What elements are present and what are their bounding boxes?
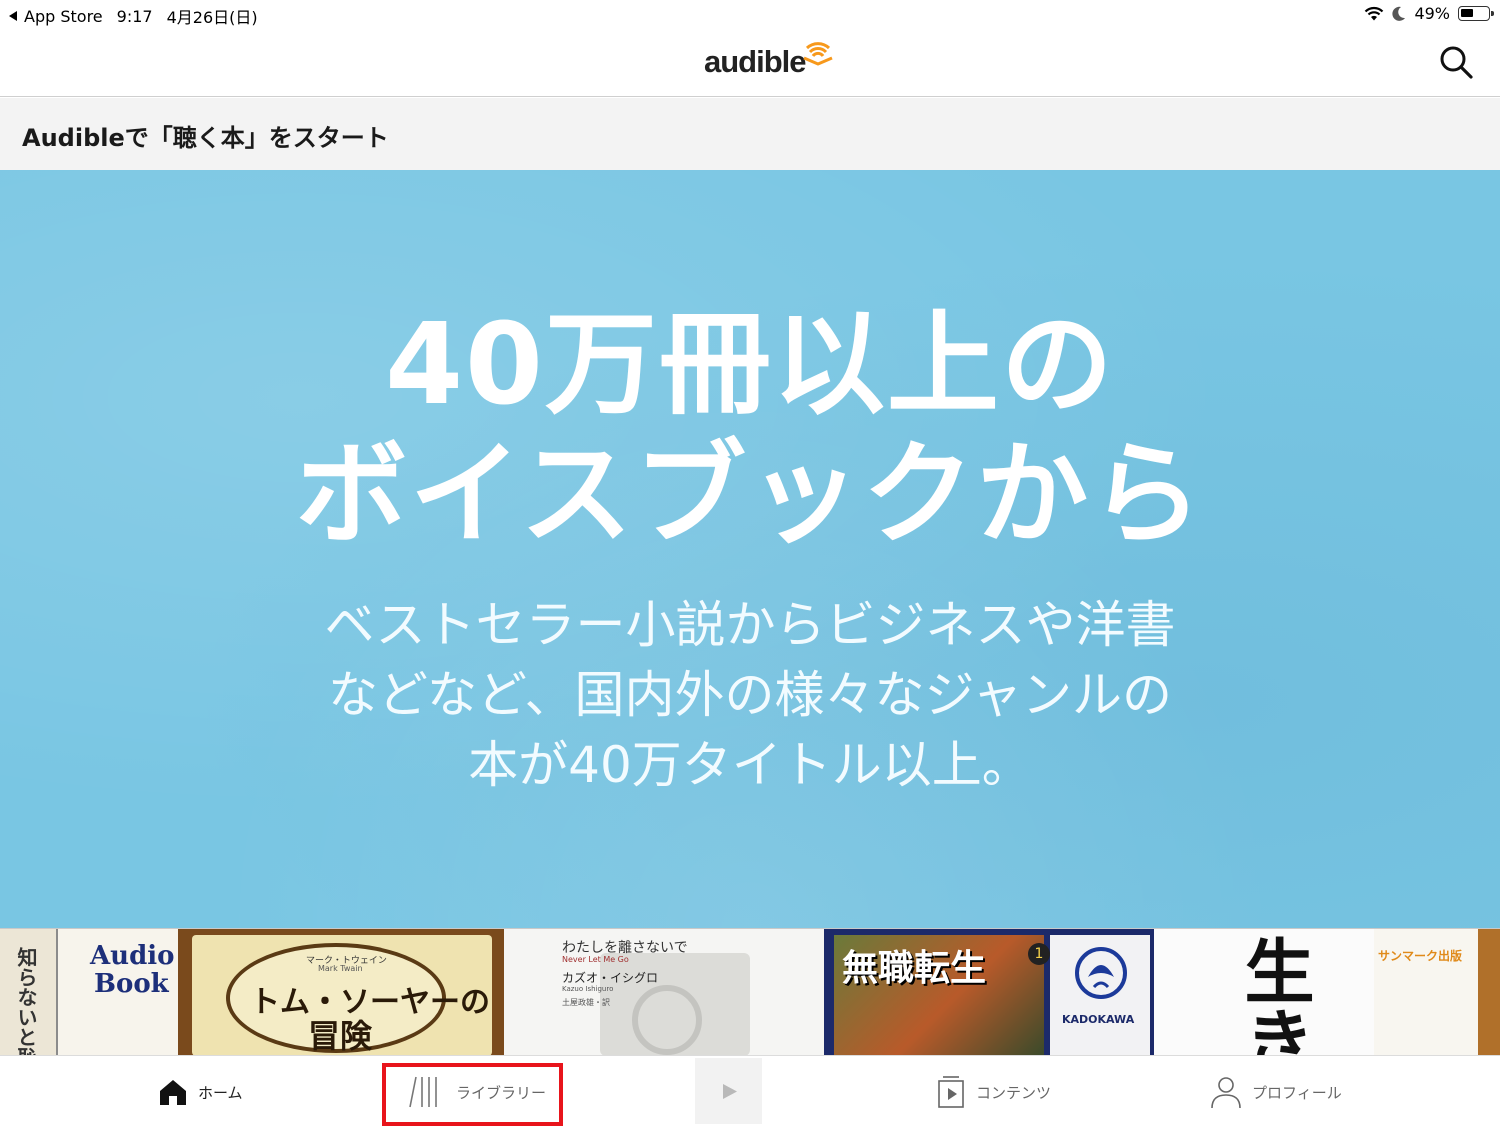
back-to-app-store[interactable]: App Store [8, 7, 103, 26]
book2-line2: Book [94, 969, 169, 999]
hero-headline-line2: ボイスブックから [295, 430, 1205, 560]
search-button[interactable] [1438, 44, 1474, 80]
book4-title-en: Never Let Me Go [562, 955, 629, 964]
battery-percent: 49% [1414, 4, 1450, 23]
book4-title: わたしを離さないで [562, 940, 688, 956]
tab-profile-label: プロフィール [1252, 1083, 1342, 1102]
tab-home-label: ホーム [198, 1083, 243, 1102]
tab-library[interactable]: ライブラリー [406, 1056, 546, 1127]
audible-signal-icon [802, 42, 833, 66]
book-cover-1[interactable]: 知らないと恥 [0, 929, 58, 1055]
contents-icon [938, 1076, 964, 1108]
hero-subtext: ベストセラー小説からビジネスや洋書 などなど、国内外の様々なジャンルの 本が40… [0, 590, 1500, 800]
book5-title: 無職転生 [842, 947, 987, 989]
book-cover-7[interactable]: サンマーク出版 [1374, 929, 1500, 1055]
book7-publisher: サンマーク出版 [1378, 949, 1463, 963]
moon-icon [1392, 6, 1406, 21]
book-cover-strip: 知らないと恥 Audio Book マーク・トウェイン Mark Twain ト… [0, 928, 1500, 1055]
section-title: Audibleで「聴く本」をスタート [22, 124, 389, 152]
hero-sub-line3: 本が40万タイトル以上。 [468, 736, 1032, 794]
book-cover-6[interactable]: 生き方 [1154, 929, 1374, 1055]
book-cover-3[interactable]: マーク・トウェイン Mark Twain トム・ソーヤーの 冒険 [178, 929, 504, 1055]
hero-headline: 40万冊以上の ボイスブックから [0, 300, 1500, 560]
book3-title-line2: 冒険 [308, 1017, 373, 1055]
nav-bar: audible [0, 30, 1500, 97]
book-cover-5[interactable]: 無職転生 1 KADOKAWA [824, 929, 1154, 1055]
book1-title: 知らないと恥 [14, 947, 38, 1055]
play-icon [723, 1084, 737, 1099]
hero-headline-line1: 40万冊以上の [385, 300, 1115, 430]
search-icon [1440, 46, 1473, 79]
back-app-label: App Store [24, 6, 103, 26]
book2-line1: Audio [90, 941, 175, 971]
tab-home[interactable]: ホーム [158, 1056, 243, 1127]
book6-title: 生き方 [1233, 935, 1316, 1055]
book5-volume: 1 [1028, 943, 1050, 965]
hero-sub-line1: ベストセラー小説からビジネスや洋書 [324, 596, 1176, 654]
mini-player-play-button[interactable] [695, 1058, 762, 1124]
tab-library-label: ライブラリー [456, 1083, 547, 1102]
book4-translator: 土屋政雄・訳 [562, 998, 610, 1007]
book3-author-en: Mark Twain [318, 964, 363, 973]
status-time: 9:17 [116, 6, 153, 26]
wifi-icon [1365, 6, 1384, 20]
status-bar: App Store 9:17 4月26日(日) 49% [0, 0, 1500, 30]
home-icon [160, 1080, 186, 1105]
book-cover-2[interactable]: Audio Book [58, 929, 178, 1055]
hero-sub-line2: などなど、国内外の様々なジャンルの [328, 666, 1172, 724]
tab-contents-label: コンテンツ [976, 1083, 1052, 1102]
tab-contents[interactable]: コンテンツ [936, 1056, 1051, 1127]
hero-banner[interactable]: 40万冊以上の ボイスブックから ベストセラー小説からビジネスや洋書 などなど、… [0, 170, 1500, 928]
tab-profile[interactable]: プロフィール [1210, 1056, 1342, 1127]
book-cover-4[interactable]: わたしを離さないで Never Let Me Go カズオ・イシグロ Kazuo… [504, 929, 824, 1055]
book5-publisher: KADOKAWA [1062, 1013, 1135, 1026]
kadokawa-phoenix-icon [1075, 947, 1127, 999]
profile-icon [1211, 1077, 1241, 1109]
status-date: 4月26日(日) [166, 8, 258, 27]
battery-icon [1458, 6, 1494, 21]
book4-author: カズオ・イシグロ [562, 971, 659, 985]
back-arrow-icon [9, 11, 17, 21]
library-icon [409, 1076, 437, 1108]
section-header: Audibleで「聴く本」をスタート [0, 98, 1500, 170]
audible-logo: audible [704, 42, 834, 80]
logo-text: audible [704, 44, 807, 79]
book4-author-en: Kazuo Ishiguro [562, 985, 614, 993]
